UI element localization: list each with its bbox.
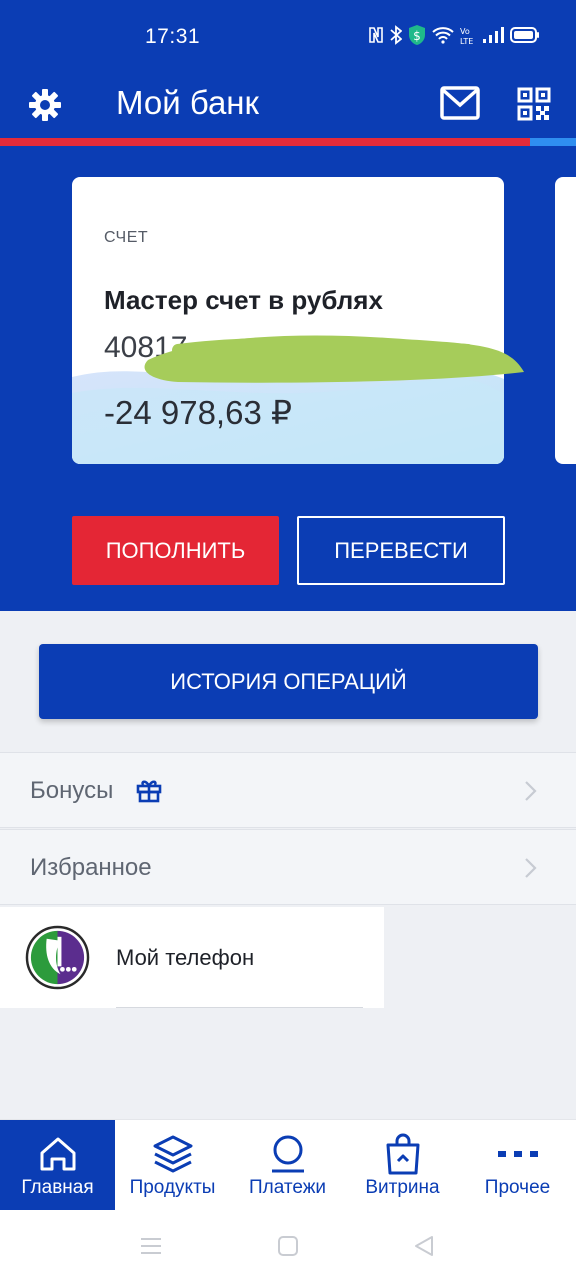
shield-icon: $ [409,25,425,45]
status-bar: 17:31 $ Vo LTE [0,0,576,72]
account-type-label: СЧЕТ [104,229,149,246]
bottom-navigation: Главная Продукты Платежи Витрина Прочее [0,1119,576,1210]
nav-home[interactable]: Главная [0,1120,115,1210]
volte-icon: VoLTE [460,27,473,45]
history-button[interactable]: ИСТОРИЯ ОПЕРАЦИЙ [39,644,538,719]
svg-text:$: $ [413,29,421,43]
status-time: 17:31 [145,25,201,48]
mail-icon [440,86,480,120]
mail-button[interactable] [440,86,480,120]
settings-button[interactable] [26,86,64,124]
favorite-my-phone[interactable]: Мой телефон [0,907,384,1008]
payments-icon [271,1135,304,1173]
transfer-button[interactable]: ПЕРЕВЕСТИ [297,516,505,585]
nav-showcase[interactable]: Витрина [345,1120,460,1210]
page-title: Мой банк [116,84,259,121]
app-header: Мой банк [0,72,576,138]
header-stripe-blue [530,138,576,146]
divider [116,1007,363,1008]
nav-payments-label: Платежи [248,1177,327,1198]
account-card[interactable]: СЧЕТ Мастер счет в рублях 40817 -24 978,… [72,177,504,464]
bluetooth-icon [390,25,402,45]
chevron-right-icon [525,858,537,878]
chevron-right-icon [525,781,537,801]
svg-text:LTE: LTE [460,37,473,45]
wifi-icon [432,27,454,44]
gear-icon [29,89,61,121]
account-name: Мастер счет в рублях [104,285,383,315]
nav-more-label: Прочее [484,1177,551,1198]
home-icon [40,1137,75,1171]
nav-products[interactable]: Продукты [115,1120,230,1210]
favorite-label: Мой телефон [116,945,255,970]
topup-button[interactable]: ПОПОЛНИТЬ [72,516,279,585]
bonuses-label: Бонусы [30,777,114,804]
megafon-logo-icon [25,925,90,990]
qr-button[interactable] [517,87,551,121]
nfc-icon [369,27,383,43]
status-icons: $ Vo LTE [368,24,540,46]
account-balance: -24 978,63 ₽ [104,394,292,431]
more-icon [497,1151,538,1157]
gift-icon [136,780,162,803]
battery-icon [510,27,539,43]
back-icon[interactable] [412,1234,436,1258]
nav-home-label: Главная [21,1177,94,1198]
bonuses-row[interactable]: Бонусы [0,752,576,828]
header-stripe-red [0,138,530,146]
nav-payments[interactable]: Платежи [230,1120,345,1210]
nav-showcase-label: Витрина [365,1177,440,1198]
redaction-scribble [144,335,525,383]
favorites-label: Избранное [30,854,152,881]
nav-more[interactable]: Прочее [460,1120,575,1210]
favorites-row[interactable]: Избранное [0,829,576,905]
svg-text:Vo: Vo [460,27,470,36]
menu-icon[interactable] [139,1234,163,1258]
signal-icon [483,27,504,43]
shopping-bag-icon [386,1133,419,1175]
home-square-icon[interactable] [276,1234,300,1258]
nav-products-label: Продукты [129,1177,216,1198]
system-navigation-bar [0,1210,576,1280]
next-account-card-peek[interactable] [555,177,576,464]
layers-icon [153,1135,192,1173]
qr-code-icon [517,87,551,121]
